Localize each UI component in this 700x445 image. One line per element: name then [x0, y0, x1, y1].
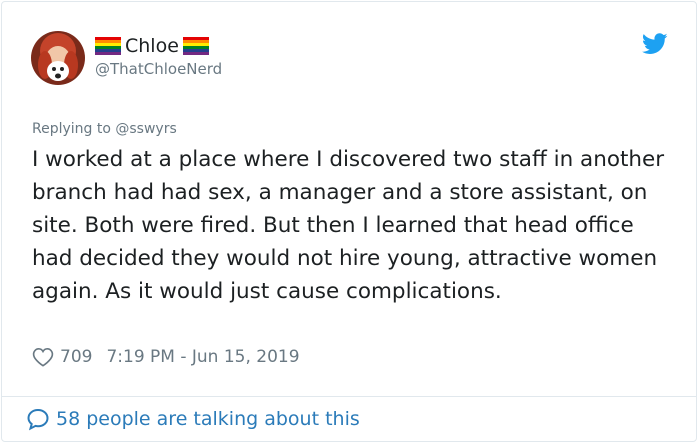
rainbow-flag-icon [95, 37, 121, 55]
heart-icon[interactable] [32, 347, 54, 367]
rainbow-flag-icon [182, 37, 209, 55]
user-handle[interactable]: @ThatChloeNerd [95, 60, 222, 78]
twitter-bird-icon[interactable] [642, 33, 668, 55]
tweet-timestamp[interactable]: 7:19 PM - Jun 15, 2019 [106, 347, 299, 367]
reply-context[interactable]: Replying to @sswyrs [32, 121, 177, 137]
author-name-row[interactable]: Chloe [95, 34, 209, 58]
divider [1, 396, 697, 397]
avatar[interactable] [31, 31, 85, 85]
tweet-text: I worked at a place where I discovered t… [32, 147, 665, 304]
tweet-meta: 709 7:19 PM - Jun 15, 2019 [32, 345, 300, 369]
speech-bubble-icon [27, 408, 49, 431]
conversation-label[interactable]: 58 people are talking about this [56, 408, 360, 430]
like-count[interactable]: 709 [60, 347, 92, 367]
display-name[interactable]: Chloe [125, 35, 179, 57]
conversation-link[interactable]: 58 people are talking about this [26, 406, 360, 432]
